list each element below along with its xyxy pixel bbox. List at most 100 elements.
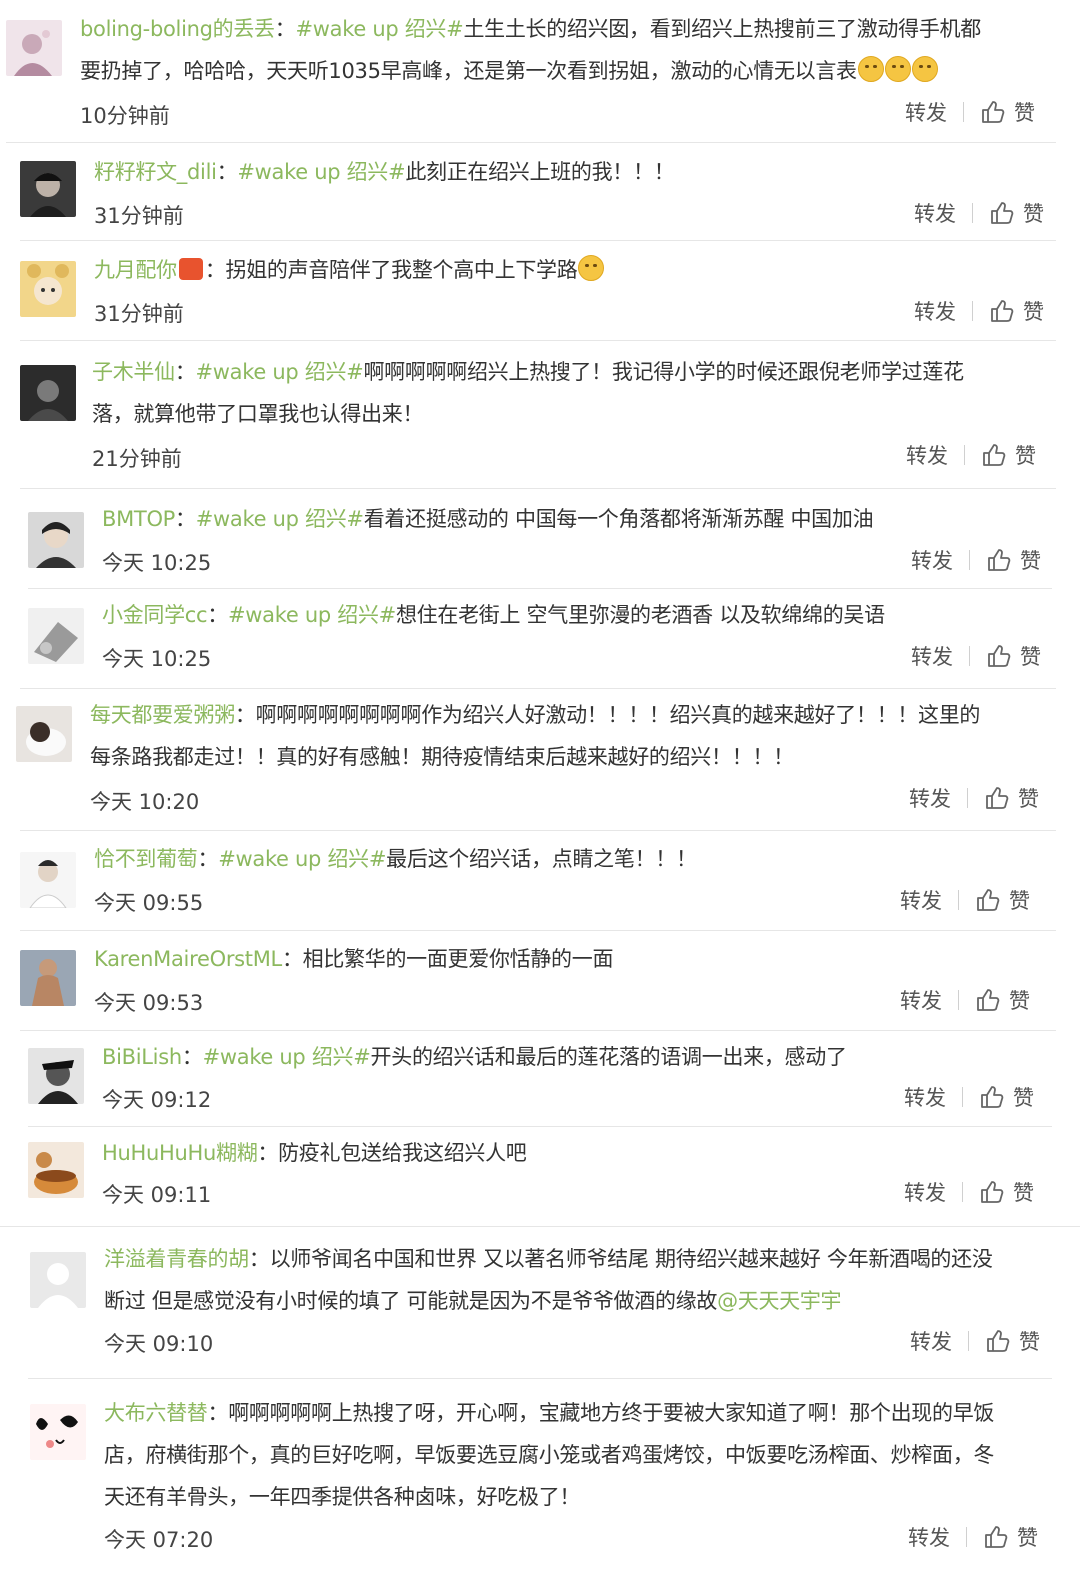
username-link[interactable]: 大布六替替 xyxy=(104,1401,208,1425)
emoji-icon xyxy=(911,56,938,82)
avatar[interactable] xyxy=(20,365,76,421)
like-button[interactable]: 赞 xyxy=(1009,885,1030,915)
username-link[interactable]: 恰不到葡萄 xyxy=(94,847,198,871)
comment-time: 今天 09:12 xyxy=(102,1088,212,1112)
forward-button[interactable]: 转发 xyxy=(905,97,947,127)
forward-button[interactable]: 转发 xyxy=(904,1082,946,1112)
comment-item: 子木半仙：#wake up 绍兴#啊啊啊啊啊绍兴上热搜了！我记得小学的时候还跟倪… xyxy=(0,343,1080,480)
forward-button[interactable]: 转发 xyxy=(914,198,956,228)
comment-actions: 转发 赞 xyxy=(909,784,1039,812)
avatar[interactable] xyxy=(6,20,62,76)
thumbs-up-icon[interactable] xyxy=(984,785,1010,811)
comment-divider xyxy=(20,340,1056,341)
comment-divider xyxy=(6,142,1056,143)
like-button[interactable]: 赞 xyxy=(1018,783,1039,813)
comment-item: boling-boling的丢丢：#wake up 绍兴#土生土长的绍兴囡，看到… xyxy=(0,0,1080,140)
mention-link[interactable]: @天天天宇宇 xyxy=(717,1289,842,1313)
comment-text: BMTOP：#wake up 绍兴#看着还挺感动的 中国每一个角落都将渐渐苏醒 … xyxy=(102,507,874,531)
like-button[interactable]: 赞 xyxy=(1009,985,1030,1015)
avatar[interactable] xyxy=(28,1142,84,1198)
like-button[interactable]: 赞 xyxy=(1013,1177,1034,1207)
topic-link[interactable]: #wake up 绍兴# xyxy=(203,1045,371,1069)
avatar[interactable] xyxy=(28,512,84,568)
thumbs-up-icon[interactable] xyxy=(975,887,1001,913)
forward-button[interactable]: 转发 xyxy=(909,783,951,813)
username-link[interactable]: KarenMaireOrstML xyxy=(94,947,282,971)
like-button[interactable]: 赞 xyxy=(1015,440,1036,470)
forward-button[interactable]: 转发 xyxy=(900,985,942,1015)
thumbs-up-icon[interactable] xyxy=(979,1084,1005,1110)
thumbs-up-icon[interactable] xyxy=(989,298,1015,324)
thumbs-up-icon[interactable] xyxy=(983,1524,1009,1550)
username-link[interactable]: 子木半仙 xyxy=(92,360,175,384)
thumbs-up-icon[interactable] xyxy=(979,1179,1005,1205)
forward-button[interactable]: 转发 xyxy=(911,545,953,575)
like-button[interactable]: 赞 xyxy=(1020,641,1041,671)
username-link[interactable]: HuHuHuHu糊糊 xyxy=(102,1141,258,1165)
comment-item: BiBiLish：#wake up 绍兴#开头的绍兴话和最后的莲花落的语调一出来… xyxy=(0,1034,1080,1129)
username-link[interactable]: 每天都要爱粥粥 xyxy=(90,703,235,727)
like-button[interactable]: 赞 xyxy=(1013,1082,1034,1112)
forward-button[interactable]: 转发 xyxy=(914,296,956,326)
like-button[interactable]: 赞 xyxy=(1023,198,1044,228)
comment-divider xyxy=(28,588,1052,589)
forward-button[interactable]: 转发 xyxy=(906,440,948,470)
username-link[interactable]: 九月配你 xyxy=(94,258,177,282)
topic-link[interactable]: #wake up 绍兴# xyxy=(228,603,396,627)
avatar[interactable] xyxy=(28,1048,84,1104)
comment-divider xyxy=(20,830,1056,831)
like-button[interactable]: 赞 xyxy=(1019,1326,1040,1356)
username-link[interactable]: 小金同学cc xyxy=(102,603,208,627)
thumbs-up-icon[interactable] xyxy=(980,99,1006,125)
avatar[interactable] xyxy=(20,950,76,1006)
comment-item: 小金同学cc：#wake up 绍兴#想住在老街上 空气里弥漫的老酒香 以及软绵… xyxy=(0,590,1080,685)
comment-text: 每天都要爱粥粥：啊啊啊啊啊啊啊啊作为绍兴人好激动！！！！绍兴真的越来越好了！！！… xyxy=(90,703,981,769)
comment-time: 今天 09:10 xyxy=(104,1332,214,1356)
forward-button[interactable]: 转发 xyxy=(904,1177,946,1207)
topic-link[interactable]: #wake up 绍兴# xyxy=(196,507,364,531)
thumbs-up-icon[interactable] xyxy=(985,1328,1011,1354)
comment-text: 子木半仙：#wake up 绍兴#啊啊啊啊啊绍兴上热搜了！我记得小学的时候还跟倪… xyxy=(92,360,964,426)
comment-actions: 转发 赞 xyxy=(910,1327,1040,1355)
like-button[interactable]: 赞 xyxy=(1020,545,1041,575)
avatar[interactable] xyxy=(20,852,76,908)
action-separator xyxy=(968,1331,969,1351)
comment-text: 九月配你 ：拐姐的声音陪伴了我整个高中上下学路 xyxy=(94,249,1054,291)
topic-link[interactable]: #wake up 绍兴# xyxy=(218,847,386,871)
comment-time: 今天 10:25 xyxy=(102,551,212,575)
like-button[interactable]: 赞 xyxy=(1023,296,1044,326)
thumbs-up-icon[interactable] xyxy=(975,987,1001,1013)
thumbs-up-icon[interactable] xyxy=(986,547,1012,573)
comment-divider xyxy=(0,1226,1080,1227)
username-link[interactable]: 洋溢着青春的胡 xyxy=(104,1247,249,1271)
avatar[interactable] xyxy=(16,706,72,762)
forward-button[interactable]: 转发 xyxy=(908,1522,950,1552)
topic-link[interactable]: #wake up 绍兴# xyxy=(196,360,364,384)
action-separator xyxy=(958,990,959,1010)
action-separator xyxy=(962,1182,963,1202)
comment-actions: 转发 赞 xyxy=(911,546,1041,574)
forward-button[interactable]: 转发 xyxy=(910,1326,952,1356)
comment-divider xyxy=(20,1030,1056,1031)
username-link[interactable]: BiBiLish xyxy=(102,1045,182,1069)
forward-button[interactable]: 转发 xyxy=(911,641,953,671)
username-link[interactable]: boling-boling的丢丢 xyxy=(80,17,275,41)
action-separator xyxy=(972,203,973,223)
username-link[interactable]: BMTOP xyxy=(102,507,175,531)
avatar[interactable] xyxy=(20,261,76,317)
avatar[interactable] xyxy=(28,608,84,664)
thumbs-up-icon[interactable] xyxy=(989,200,1015,226)
avatar[interactable] xyxy=(20,161,76,217)
comment-text: 大布六替替：啊啊啊啊啊上热搜了呀，开心啊，宝藏地方终于要被大家知道了啊！那个出现… xyxy=(104,1401,995,1509)
avatar[interactable] xyxy=(30,1252,86,1308)
thumbs-up-icon[interactable] xyxy=(981,442,1007,468)
like-button[interactable]: 赞 xyxy=(1014,97,1035,127)
comment-divider xyxy=(20,488,1056,489)
like-button[interactable]: 赞 xyxy=(1017,1522,1038,1552)
thumbs-up-icon[interactable] xyxy=(986,643,1012,669)
topic-link[interactable]: #wake up 绍兴# xyxy=(295,17,463,41)
username-link[interactable]: 籽籽籽文_dili xyxy=(94,160,217,184)
forward-button[interactable]: 转发 xyxy=(900,885,942,915)
avatar[interactable] xyxy=(30,1404,86,1460)
topic-link[interactable]: #wake up 绍兴# xyxy=(237,160,405,184)
